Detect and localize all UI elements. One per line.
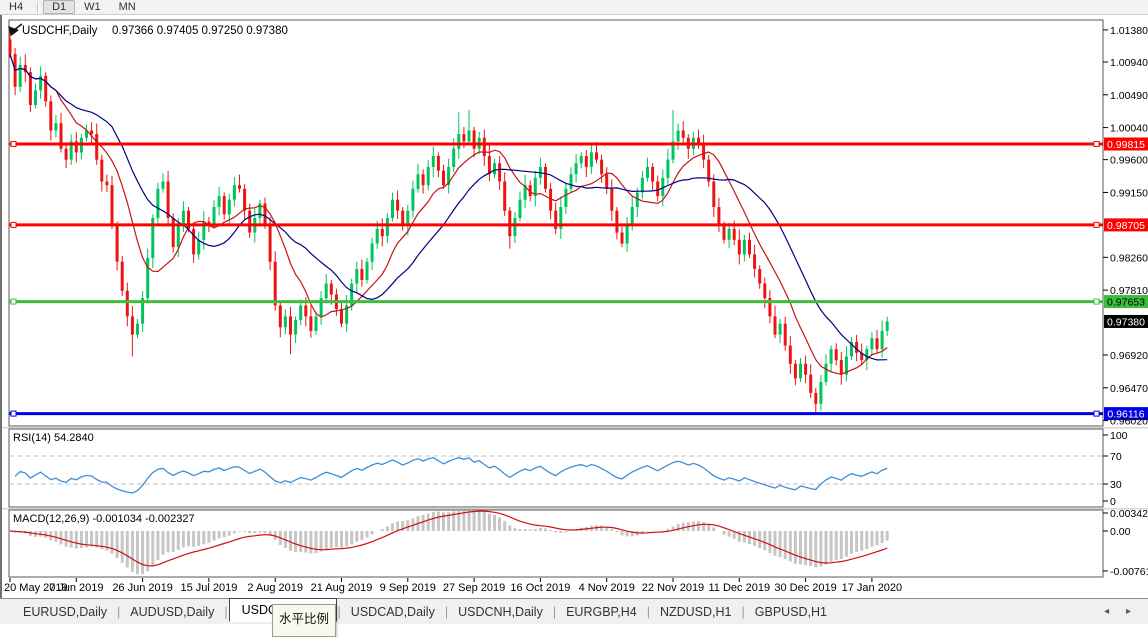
level-price-label-text: 0.99815: [1107, 139, 1145, 151]
timeframe-d1[interactable]: D1: [43, 0, 75, 14]
tab-nzdusd-h1[interactable]: NZDUSD,H1: [651, 602, 741, 622]
svg-text:0.96920: 0.96920: [1110, 350, 1148, 362]
svg-text:0.97380: 0.97380: [1107, 316, 1145, 328]
svg-text:0.99150: 0.99150: [1110, 187, 1148, 199]
toolbar-separator: [37, 2, 38, 13]
time-axis-label: 21 Aug 2019: [311, 582, 373, 594]
rsi-axis-label: 0: [1110, 496, 1116, 508]
svg-text:0.96470: 0.96470: [1110, 383, 1148, 395]
time-axis-label: 22 Nov 2019: [642, 582, 704, 594]
svg-text:1.01380: 1.01380: [1110, 25, 1148, 37]
svg-text:1.00490: 1.00490: [1110, 90, 1148, 102]
tabs-scroll-left-icon[interactable]: ◂: [1097, 606, 1116, 617]
svg-text:0.97810: 0.97810: [1110, 285, 1148, 297]
level-price-label-text: 0.98705: [1107, 220, 1145, 232]
panel-splitter[interactable]: [2, 508, 1148, 510]
time-axis: 20 May 20197 Jun 201926 Jun 201915 Jul 2…: [4, 578, 902, 594]
time-axis-label: 26 Jun 2019: [112, 582, 173, 594]
timeframe-h4[interactable]: H4: [0, 0, 32, 14]
svg-text:0.99600: 0.99600: [1110, 155, 1148, 167]
time-axis-label: 7 Jun 2019: [49, 582, 103, 594]
tab-usdcnh-daily[interactable]: USDCNH,Daily: [449, 602, 552, 622]
time-axis-label: 30 Dec 2019: [774, 582, 836, 594]
macd-label: MACD(12,26,9) -0.001034 -0.002327: [13, 513, 195, 525]
macd-axis-label: -0.007615: [1110, 566, 1148, 578]
time-axis-label: 27 Sep 2019: [443, 582, 505, 594]
macd-axis-label: 0.00: [1110, 526, 1131, 538]
tab-eurusd-daily[interactable]: EURUSD,Daily: [14, 602, 116, 622]
tab-audusd-daily[interactable]: AUDUSD,Daily: [121, 602, 223, 622]
panel-splitter[interactable]: [2, 427, 1148, 429]
level-price-label-text: 0.97653: [1107, 297, 1145, 309]
chart-tab-bar: EURUSD,Daily|AUDUSD,Daily|USDCHF,Daily|U…: [0, 598, 1148, 624]
current-price-label: 0.97380: [1104, 315, 1148, 329]
tab-usdcad-daily[interactable]: USDCAD,Daily: [342, 602, 444, 622]
time-axis-label: 15 Jul 2019: [180, 582, 237, 594]
rsi-axis-label: 100: [1110, 430, 1128, 442]
tab-gbpusd-h1[interactable]: GBPUSD,H1: [746, 602, 836, 622]
timeframe-mn[interactable]: MN: [110, 0, 145, 14]
tab-scroll-arrows: ◂ ▸: [1097, 606, 1138, 617]
time-axis-label: 4 Nov 2019: [579, 582, 635, 594]
svg-text:0.98260: 0.98260: [1110, 252, 1148, 264]
time-axis-label: 9 Sep 2019: [380, 582, 436, 594]
timeframe-toolbar: H4 D1 W1 MN: [0, 0, 1148, 15]
macd-axis-label: 0.003428: [1110, 508, 1148, 520]
rsi-axis-label: 30: [1110, 479, 1122, 491]
tab-eurgbp-h4[interactable]: EURGBP,H4: [557, 602, 646, 622]
tabs-scroll-right-icon[interactable]: ▸: [1119, 606, 1138, 617]
chart-canvas[interactable]: 0.998150.987050.976530.961160.973801.013…: [2, 15, 1148, 598]
chart-title: USDCHF,Daily: [22, 25, 98, 37]
chart-ohlc-values: 0.97366 0.97405 0.97250 0.97380: [112, 25, 288, 37]
time-axis-label: 17 Jan 2020: [842, 582, 903, 594]
svg-text:0.96020: 0.96020: [1110, 416, 1148, 428]
time-axis-label: 2 Aug 2019: [247, 582, 303, 594]
horizontal-scale-tooltip: 水平比例: [272, 604, 336, 637]
timeframe-w1[interactable]: W1: [75, 0, 110, 14]
time-axis-label: 11 Dec 2019: [709, 582, 771, 594]
svg-text:1.00040: 1.00040: [1110, 123, 1148, 135]
rsi-panel: [9, 429, 1103, 507]
chart-area: 0.998150.987050.976530.961160.973801.013…: [0, 15, 1148, 598]
svg-text:1.00940: 1.00940: [1110, 57, 1148, 69]
rsi-axis-label: 70: [1110, 451, 1122, 463]
time-axis-label: 16 Oct 2019: [510, 582, 570, 594]
rsi-label: RSI(14) 54.2840: [13, 432, 94, 444]
